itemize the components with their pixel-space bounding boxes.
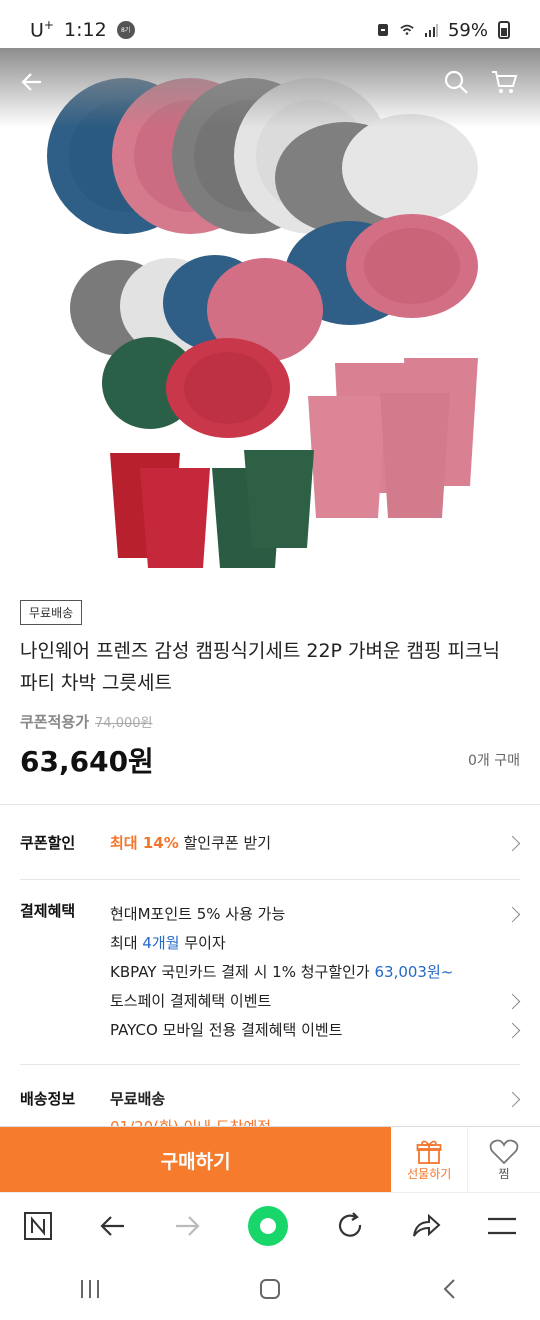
carrier-label: U+ <box>30 18 54 42</box>
cart-icon <box>492 71 518 93</box>
payment-benefits-section: 결제혜택 현대M포인트 5% 사용 가능 최대 4개월 무이자 KBPAY 국민… <box>20 900 521 1050</box>
menu-icon[interactable] <box>487 1215 517 1237</box>
benefit-tosspay[interactable]: 토스페이 결제혜택 이벤트 <box>110 987 521 1016</box>
clock: 1:12 <box>63 18 107 41</box>
battery-percent: 59% <box>447 19 488 41</box>
product-title: 나인웨어 프렌즈 감성 캠핑식기세트 22P 가벼운 캠핑 피크닉 파티 차박 … <box>20 640 500 694</box>
benefit-payco[interactable]: PAYCO 모바일 전용 결제혜택 이벤트 <box>110 1016 521 1045</box>
divider <box>20 1064 520 1065</box>
purchase-bar: 구매하기 선물하기 찜 <box>0 1126 540 1193</box>
section-divider <box>0 804 540 805</box>
shipping-value: 무료배송 <box>110 1090 166 1108</box>
chevron-right-icon <box>504 993 521 1010</box>
gift-button[interactable]: 선물하기 <box>391 1127 469 1193</box>
sale-price: 63,640원 <box>20 745 154 778</box>
price-label: 쿠폰적용가 <box>20 713 90 731</box>
heart-icon <box>489 1139 519 1164</box>
gift-label: 선물하기 <box>407 1166 452 1181</box>
tableware-illustration <box>47 78 478 568</box>
naver-green-dot-icon[interactable] <box>247 1205 289 1247</box>
coupon-label: 쿠폰할인 <box>20 834 76 852</box>
payment-label: 결제혜택 <box>20 902 76 920</box>
original-price: 74,000원 <box>95 716 153 731</box>
naver-home-icon[interactable] <box>23 1211 53 1241</box>
benefit-installment: 최대 4개월 무이자 <box>110 934 226 952</box>
benefit-kbpay: KBPAY 국민카드 결제 시 1% 청구할인가 63,003원~ <box>110 963 454 981</box>
cart-button[interactable] <box>488 66 520 98</box>
free-shipping-badge: 무료배송 <box>20 600 83 625</box>
gift-icon <box>416 1140 442 1164</box>
product-info: 무료배송 나인웨어 프렌즈 감성 캠핑식기세트 22P 가벼운 캠핑 피크닉 파… <box>20 600 520 780</box>
system-nav-bar <box>0 1258 540 1320</box>
purchase-count: 0개 구매 <box>468 753 520 769</box>
notification-badge: 8기 <box>116 20 135 39</box>
forward-icon[interactable] <box>173 1212 201 1240</box>
wish-label: 찜 <box>498 1166 510 1181</box>
back-arrow-icon <box>21 73 41 91</box>
home-icon[interactable] <box>258 1277 282 1301</box>
search-icon <box>444 70 468 94</box>
back-button[interactable] <box>16 66 48 98</box>
shipping-label: 배송정보 <box>20 1090 76 1108</box>
coupon-text: 최대 14% 할인쿠폰 받기 <box>110 834 272 852</box>
recent-apps-icon[interactable] <box>78 1278 102 1300</box>
buy-button[interactable]: 구매하기 <box>0 1127 392 1193</box>
benefit-hyundai[interactable]: 현대M포인트 5% 사용 가능 <box>110 900 521 929</box>
share-icon[interactable] <box>411 1212 441 1240</box>
signal-icon <box>424 24 438 37</box>
chevron-right-icon <box>504 906 521 923</box>
product-image[interactable] <box>0 48 540 588</box>
shipping-row[interactable]: 배송정보 무료배송 01/20(화) 이내 도착예정 <box>20 1088 520 1128</box>
battery-icon <box>498 21 510 39</box>
refresh-icon[interactable] <box>335 1211 365 1241</box>
coupon-row[interactable]: 쿠폰할인 최대 14% 할인쿠폰 받기 <box>20 832 521 856</box>
wifi-icon <box>400 24 414 35</box>
browser-toolbar <box>0 1192 540 1259</box>
divider <box>20 879 520 880</box>
back-icon[interactable] <box>99 1212 127 1240</box>
system-back-icon[interactable] <box>438 1277 462 1301</box>
wishlist-button[interactable]: 찜 <box>468 1127 540 1193</box>
search-button[interactable] <box>440 66 472 98</box>
sync-icon <box>377 24 388 36</box>
chevron-right-icon <box>504 1022 521 1039</box>
